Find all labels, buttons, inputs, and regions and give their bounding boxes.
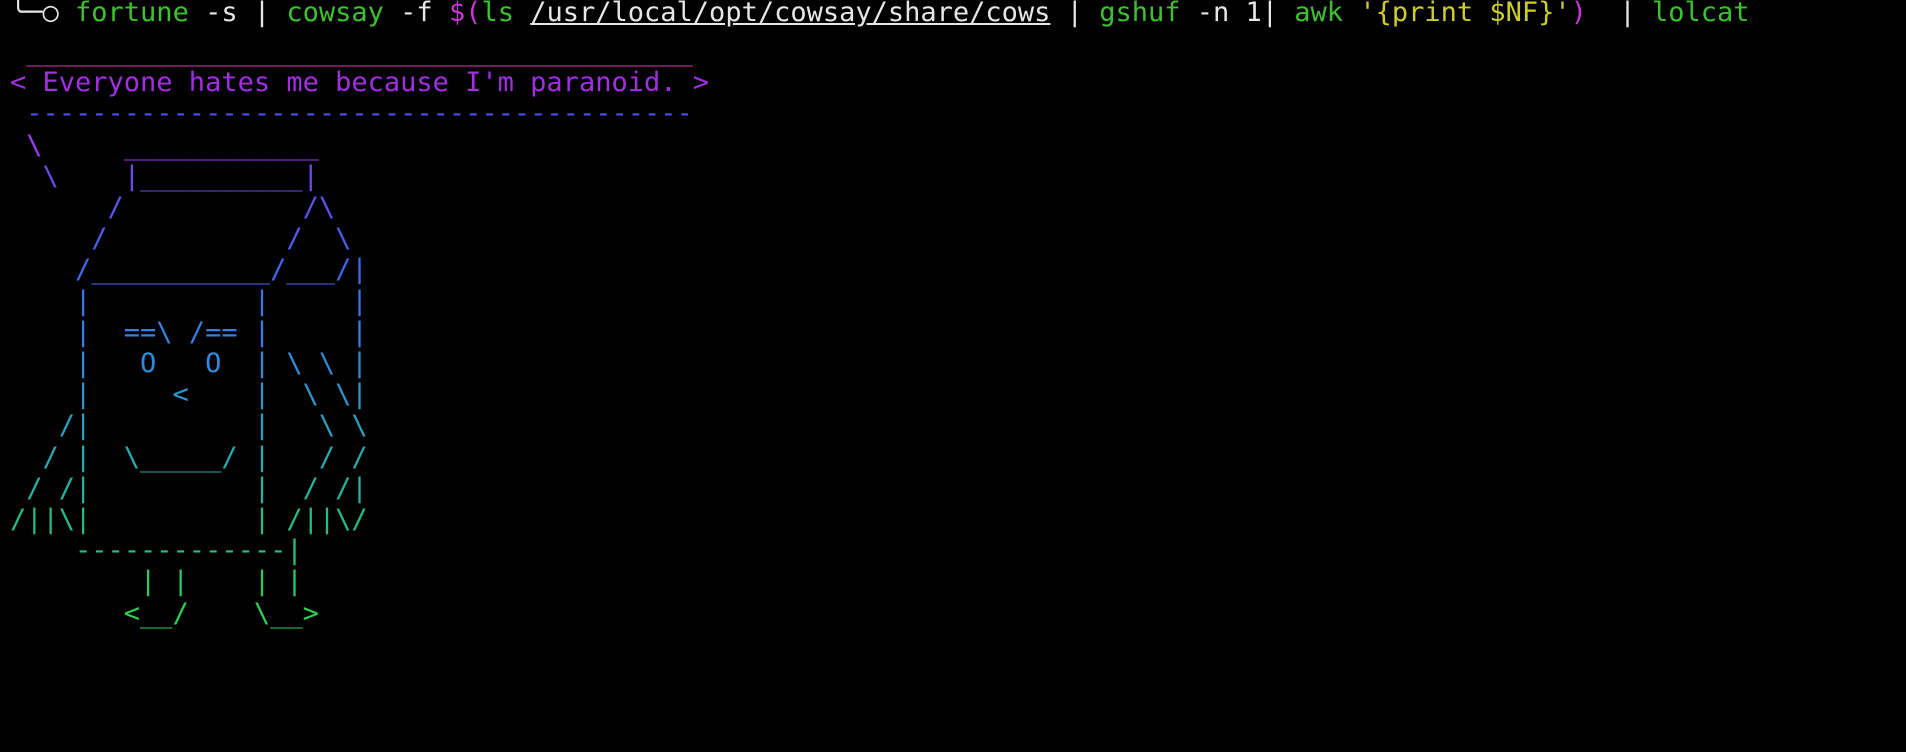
command-token: |: [1050, 0, 1100, 28]
command-token: awk: [1294, 0, 1344, 28]
command-token: fortune: [75, 0, 189, 28]
command-token: [1343, 0, 1359, 28]
command-token: gshuf: [1099, 0, 1181, 28]
ascii-art-line: <__/ \__>: [10, 597, 319, 629]
command-token: cowsay: [286, 0, 384, 28]
command-token: -s |: [188, 0, 287, 28]
command-token: /usr/local/opt/cowsay/share/cows: [530, 0, 1051, 28]
command-token: '{print $NF}': [1359, 0, 1571, 28]
command-token: ls: [481, 0, 531, 28]
command-token: lolcat: [1651, 0, 1750, 28]
command-token: -f: [383, 0, 449, 28]
command-token: ): [1570, 0, 1587, 28]
terminal-window[interactable]: ╰─○ fortune -s | cowsay -f $(ls /usr/loc…: [0, 0, 1906, 752]
command-line[interactable]: ╰─○ fortune -s | cowsay -f $(ls /usr/loc…: [10, 0, 1750, 32]
command-token: $(: [448, 0, 482, 28]
prompt-glyph: ╰─○: [10, 0, 76, 28]
command-token: -n 1|: [1180, 0, 1295, 28]
command-token: |: [1586, 0, 1652, 28]
